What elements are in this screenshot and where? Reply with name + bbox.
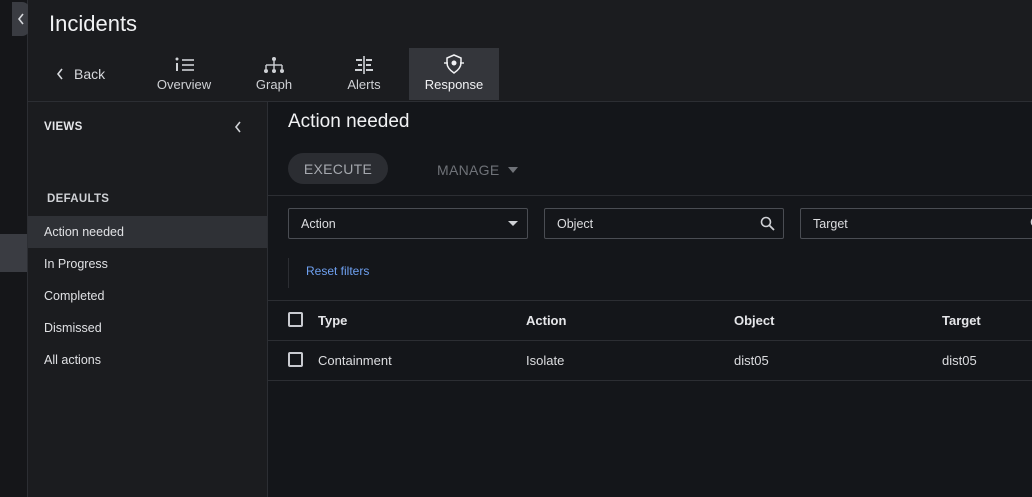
back-button[interactable]: Back [56,66,105,82]
column-header-action[interactable]: Action [526,301,566,340]
column-header-object[interactable]: Object [734,301,774,340]
views-heading: VIEWS [44,121,83,133]
list-icon [175,57,194,71]
view-all-actions[interactable]: All actions [28,344,267,376]
page-title: Incidents [49,11,138,36]
alerts-icon [355,56,373,74]
target-filter-placeholder: Target [813,216,848,231]
search-icon [760,216,775,231]
view-dismissed[interactable]: Dismissed [28,312,267,344]
tab-label: Graph [255,77,293,92]
divider [268,195,1032,196]
rail-active-indicator [0,234,27,272]
column-header-target[interactable]: Target [942,301,981,340]
main-panel: Action needed EXECUTE MANAGE Action Obje… [268,102,1032,497]
tab-overview[interactable]: Overview [139,48,229,100]
collapse-sidebar-button[interactable] [233,120,243,139]
tab-label: Response [424,77,484,92]
reset-filters-link[interactable]: Reset filters [306,264,369,278]
cell-object: dist05 [734,353,769,368]
execute-button[interactable]: EXECUTE [288,153,388,184]
views-sidebar: VIEWS DEFAULTS Action needed In Progress… [28,102,268,497]
view-action-needed[interactable]: Action needed [28,216,267,248]
tab-label: Overview [156,77,212,92]
target-filter-input[interactable]: Target [800,208,1032,239]
chevron-left-icon [56,68,63,80]
left-rail [0,0,30,497]
table-row[interactable]: Containment Isolate dist05 dist05 [268,341,1032,381]
caret-down-icon [508,221,518,226]
response-shield-icon [444,54,464,74]
views-list: Action needed In Progress Completed Dism… [28,216,267,376]
back-label: Back [74,66,106,82]
view-completed[interactable]: Completed [28,280,267,312]
cell-action: Isolate [526,353,565,368]
tab-label: Alerts [347,77,381,92]
view-in-progress[interactable]: In Progress [28,248,267,280]
action-filter-label: Action [301,216,336,231]
manage-label: MANAGE [437,162,500,178]
cell-target: dist05 [942,353,977,368]
object-filter-placeholder: Object [557,216,594,231]
header: Incidents Back Overview Graph Alerts Res… [28,0,1032,102]
cell-type: Containment [318,353,392,368]
select-all-checkbox[interactable] [288,312,303,327]
section-title: Action needed [288,111,410,132]
chevron-left-icon [17,13,24,25]
column-header-type[interactable]: Type [318,301,347,340]
divider [288,258,289,288]
table-header-row: Type Action Object Target [268,301,1032,341]
tab-response[interactable]: Response [409,48,499,100]
defaults-heading: DEFAULTS [47,193,110,205]
action-filter-select[interactable]: Action [288,208,528,239]
tab-bar: Overview Graph Alerts Response [139,48,499,100]
graph-icon [264,57,284,73]
row-checkbox[interactable] [288,352,303,367]
caret-down-icon [508,167,519,173]
object-filter-input[interactable]: Object [544,208,784,239]
tab-graph[interactable]: Graph [229,48,319,100]
chevron-left-icon [234,121,241,133]
manage-dropdown[interactable]: MANAGE [437,162,519,178]
tab-alerts[interactable]: Alerts [319,48,409,100]
